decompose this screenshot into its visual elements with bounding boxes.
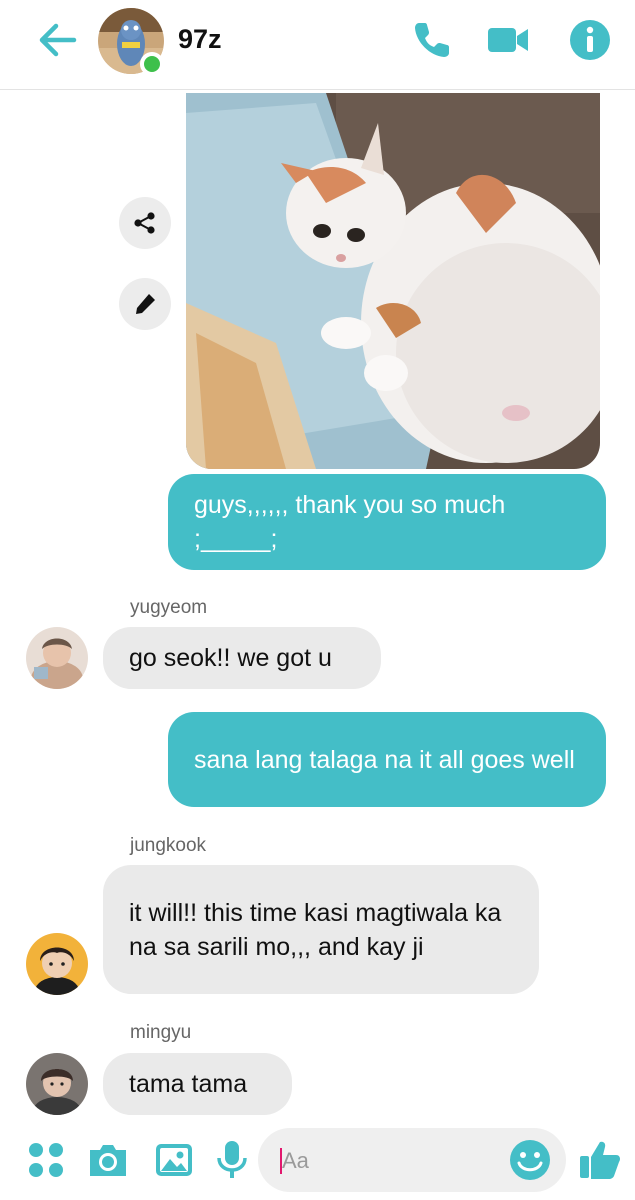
emoji-icon[interactable] [508,1138,552,1182]
message-text: tama tama [129,1070,248,1098]
message-composer: Aa [0,1120,635,1200]
sender-name: jungkook [130,835,207,856]
more-apps-icon[interactable] [24,1138,68,1182]
sender-name: mingyu [130,1022,192,1043]
back-arrow-icon[interactable] [34,20,78,60]
share-icon [134,212,155,234]
message-input[interactable]: Aa [258,1128,566,1192]
sender-avatar-jungkook[interactable] [26,933,88,995]
input-placeholder: Aa [282,1148,309,1173]
sender-avatar-mingyu[interactable] [26,1053,88,1115]
info-icon[interactable] [568,18,612,62]
sender-avatar-yugyeom[interactable] [26,627,88,689]
crying-cat-photo [186,93,600,469]
phone-icon[interactable] [410,18,454,62]
outgoing-message-bubble[interactable]: sana lang talaga na it all goes well [168,712,606,807]
outgoing-message-bubble[interactable]: guys,,,,,, thank you so much ;_____; [168,474,606,570]
message-text: go seok!! we got u [129,644,332,672]
message-text: sana lang talaga na it all goes well [194,745,575,774]
message-text: it will!! this time kasi magtiwala ka na… [129,898,502,961]
edit-button[interactable] [119,278,171,330]
image-message[interactable] [186,93,600,469]
incoming-message-bubble[interactable]: it will!! this time kasi magtiwala ka na… [103,865,539,994]
thumbs-up-icon[interactable] [578,1138,622,1182]
incoming-message-bubble[interactable]: tama tama [103,1053,292,1115]
microphone-icon[interactable] [210,1138,254,1182]
share-button[interactable] [119,197,171,249]
camera-icon[interactable] [86,1138,130,1182]
online-status-dot [140,52,164,76]
conversation-header: 97z [0,0,635,90]
pencil-icon [136,294,155,314]
message-text: guys,,,,,, thank you so much ;_____; [194,491,506,553]
gallery-icon[interactable] [152,1138,196,1182]
contact-name[interactable]: 97z [178,24,222,55]
incoming-message-bubble[interactable]: go seok!! we got u [103,627,381,689]
video-camera-icon[interactable] [486,18,530,62]
sender-name: yugyeom [130,597,208,618]
